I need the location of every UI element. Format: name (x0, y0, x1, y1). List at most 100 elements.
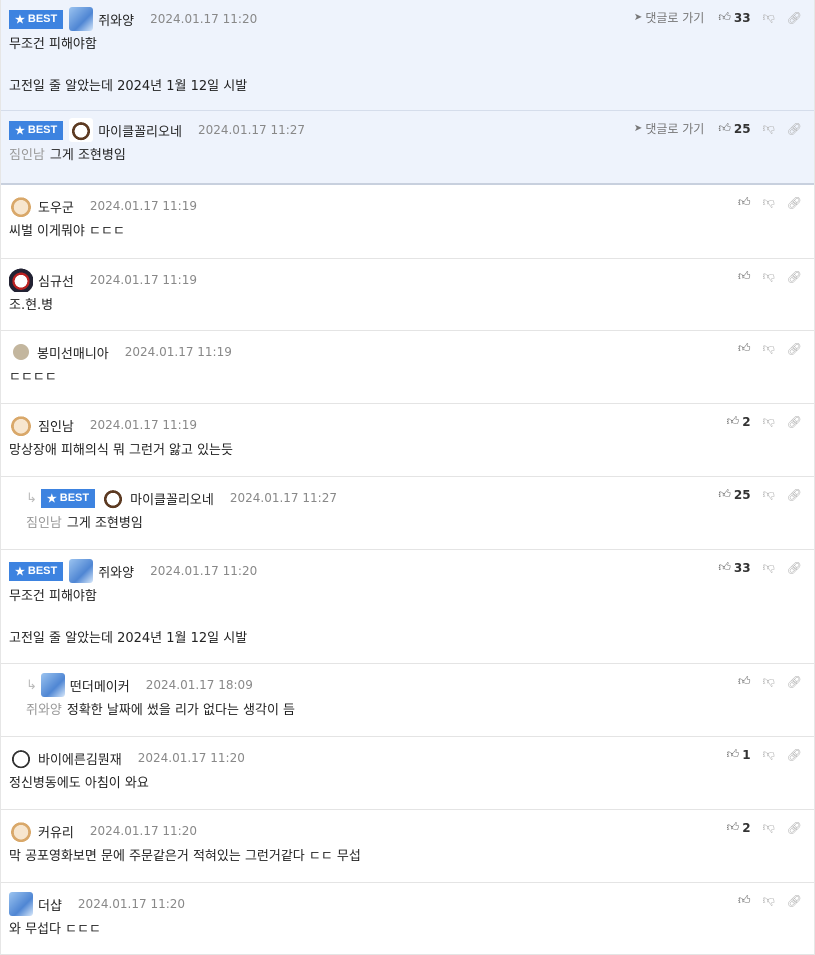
author-name[interactable]: 쥐와양 (98, 10, 134, 29)
avatar[interactable] (9, 819, 33, 843)
like-button[interactable]: 👍︎ 2 (727, 820, 751, 835)
like-button[interactable]: 👍︎ 25 (718, 487, 750, 502)
comment-date: 2024.01.17 11:20 (150, 564, 258, 578)
dislike-button[interactable]: 👎︎ (763, 269, 775, 284)
thumbs-down-icon: 👎︎ (762, 893, 775, 907)
copy-link-button[interactable]: 🔗︎ (787, 675, 802, 689)
copy-link-button[interactable]: 🔗︎ (787, 11, 802, 25)
dislike-button[interactable]: 👎︎ (763, 893, 775, 908)
reply-target-name[interactable]: 짐인남 (26, 516, 62, 531)
like-button[interactable]: 👍︎ (738, 893, 751, 908)
dislike-button[interactable]: 👎︎ (763, 195, 775, 210)
goto-comment-link[interactable]: ➤ 댓글로 가기 (634, 120, 704, 137)
star-icon: ★ (15, 13, 25, 26)
author-name[interactable]: 바이에른김뭔재 (38, 749, 122, 768)
dislike-button[interactable]: 👎︎ (763, 341, 775, 356)
copy-link-button[interactable]: 🔗︎ (787, 488, 802, 502)
like-button[interactable]: 👍︎ 25 (718, 121, 750, 136)
avatar[interactable] (40, 673, 65, 697)
comment-header: 커유리 2024.01.17 11:20 (9, 819, 806, 843)
author-name[interactable]: 짐인남 (38, 416, 74, 435)
copy-link-button[interactable]: 🔗︎ (787, 748, 802, 762)
copy-link-button[interactable]: 🔗︎ (787, 270, 802, 284)
dislike-button[interactable]: 👎︎ (763, 560, 775, 575)
copy-link-button[interactable]: 🔗︎ (787, 894, 802, 908)
copy-link-button[interactable]: 🔗︎ (787, 196, 802, 210)
comment-header: 심규선 2024.01.17 11:19 (9, 268, 806, 292)
dislike-button[interactable]: 👎︎ (763, 487, 775, 502)
like-button[interactable]: 👍︎ 33 (718, 560, 750, 575)
author-name[interactable]: 마이클꼴리오네 (98, 121, 182, 140)
comment-header: ↳ ★ BEST 마이클꼴리오네 2024.01.17 11:27 (9, 486, 806, 510)
comment-body: 정신병동에도 아침이 와요 (9, 770, 806, 808)
avatar[interactable] (13, 344, 29, 360)
comment-body: 무조건 피해야함 고전일 줄 알았는데 2024년 1월 12일 시발 (9, 583, 806, 663)
comment-item: 바이에른김뭔재 2024.01.17 11:20 👍︎ 1 👎︎ 🔗︎ 정신병동에도 아침이… (1, 737, 814, 810)
comment-item: ★ BEST 쥐와양 2024.01.17 11:20 👍︎ 33 👎︎ 🔗︎ 무조건 피해야함… (1, 550, 814, 664)
like-button[interactable]: 👍︎ (738, 195, 751, 210)
avatar[interactable] (101, 486, 126, 510)
like-button[interactable]: 👍︎ 2 (727, 414, 751, 429)
thumbs-up-icon: 👍︎ (738, 269, 751, 283)
best-badge-label: BEST (27, 13, 58, 25)
best-badge: ★ BEST (40, 488, 96, 508)
author-name[interactable]: 떤더메이커 (70, 676, 130, 695)
like-button[interactable]: 👍︎ (738, 674, 751, 689)
comment-text: 정확한 날짜에 썼을 리가 없다는 생각이 듬 (66, 703, 296, 718)
comment-item: 도우군 2024.01.17 11:19 👍︎ 👎︎ 🔗︎ 씨벌 이게뭐야 ㄷㄷㄷ (1, 185, 814, 259)
best-badge: ★ BEST (9, 561, 64, 581)
comment-text: 정신병동에도 아침이 와요 (9, 776, 149, 791)
author-name[interactable]: 쥐와양 (98, 562, 134, 581)
comment-actions: ➤ 댓글로 가기 👍︎ 25 👎︎ 🔗︎ (634, 120, 802, 137)
avatar[interactable] (69, 118, 94, 142)
link-icon: 🔗︎ (786, 820, 802, 835)
copy-link-button[interactable]: 🔗︎ (787, 122, 802, 136)
link-icon: 🔗︎ (786, 10, 802, 25)
copy-link-button[interactable]: 🔗︎ (787, 342, 802, 356)
copy-link-button[interactable]: 🔗︎ (787, 821, 802, 835)
reply-target-name[interactable]: 쥐와양 (26, 703, 62, 718)
like-button[interactable]: 👍︎ (738, 269, 751, 284)
comment-date: 2024.01.17 11:27 (197, 123, 306, 137)
like-button[interactable]: 👍︎ 1 (727, 747, 751, 762)
author-name[interactable]: 봉미선매니아 (37, 343, 109, 362)
copy-link-button[interactable]: 🔗︎ (787, 415, 802, 429)
comment-actions: 👍︎ 33 👎︎ 🔗︎ (718, 560, 802, 575)
avatar[interactable] (9, 413, 33, 437)
reply-target-name[interactable]: 짐인남 (9, 148, 45, 163)
comment-date: 2024.01.17 11:20 (89, 824, 197, 838)
dislike-button[interactable]: 👎︎ (763, 747, 775, 762)
comment-body: 쥐와양 정확한 날짜에 썼을 리가 없다는 생각이 듬 (9, 697, 806, 735)
author-name[interactable]: 커유리 (38, 822, 74, 841)
thumbs-up-icon: 👍︎ (738, 341, 751, 355)
author-name[interactable]: 마이클꼴리오네 (130, 489, 214, 508)
goto-comment-label: 댓글로 가기 (645, 122, 705, 136)
avatar[interactable] (9, 194, 33, 218)
comment-header: 봉미선매니아 2024.01.17 11:19 (9, 340, 806, 364)
author-name[interactable]: 심규선 (38, 271, 74, 290)
dislike-button[interactable]: 👎︎ (763, 121, 775, 136)
avatar[interactable] (9, 892, 33, 916)
comment-body: 무조건 피해야함 고전일 줄 알았는데 2024년 1월 12일 시발 (9, 31, 806, 111)
author-name[interactable]: 더샵 (38, 895, 62, 914)
goto-comment-link[interactable]: ➤ 댓글로 가기 (634, 9, 704, 26)
avatar[interactable] (9, 746, 33, 770)
like-count: 33 (733, 10, 751, 25)
best-badge-label: BEST (27, 565, 58, 577)
dislike-button[interactable]: 👎︎ (763, 820, 775, 835)
author-name[interactable]: 도우군 (38, 197, 74, 216)
avatar[interactable] (69, 7, 94, 31)
reply-arrow-icon: ↳ (26, 677, 37, 693)
avatar[interactable] (69, 559, 94, 583)
dislike-button[interactable]: 👎︎ (763, 674, 775, 689)
link-icon: 🔗︎ (786, 487, 802, 502)
send-icon: ➤ (633, 12, 643, 23)
like-button[interactable]: 👍︎ 33 (718, 10, 750, 25)
dislike-button[interactable]: 👎︎ (763, 414, 775, 429)
copy-link-button[interactable]: 🔗︎ (787, 561, 802, 575)
comment-text: 조.현.병 (9, 298, 54, 313)
like-button[interactable]: 👍︎ (738, 341, 751, 356)
comment-date: 2024.01.17 18:09 (145, 678, 253, 692)
dislike-button[interactable]: 👎︎ (763, 10, 775, 25)
avatar[interactable] (9, 268, 33, 292)
